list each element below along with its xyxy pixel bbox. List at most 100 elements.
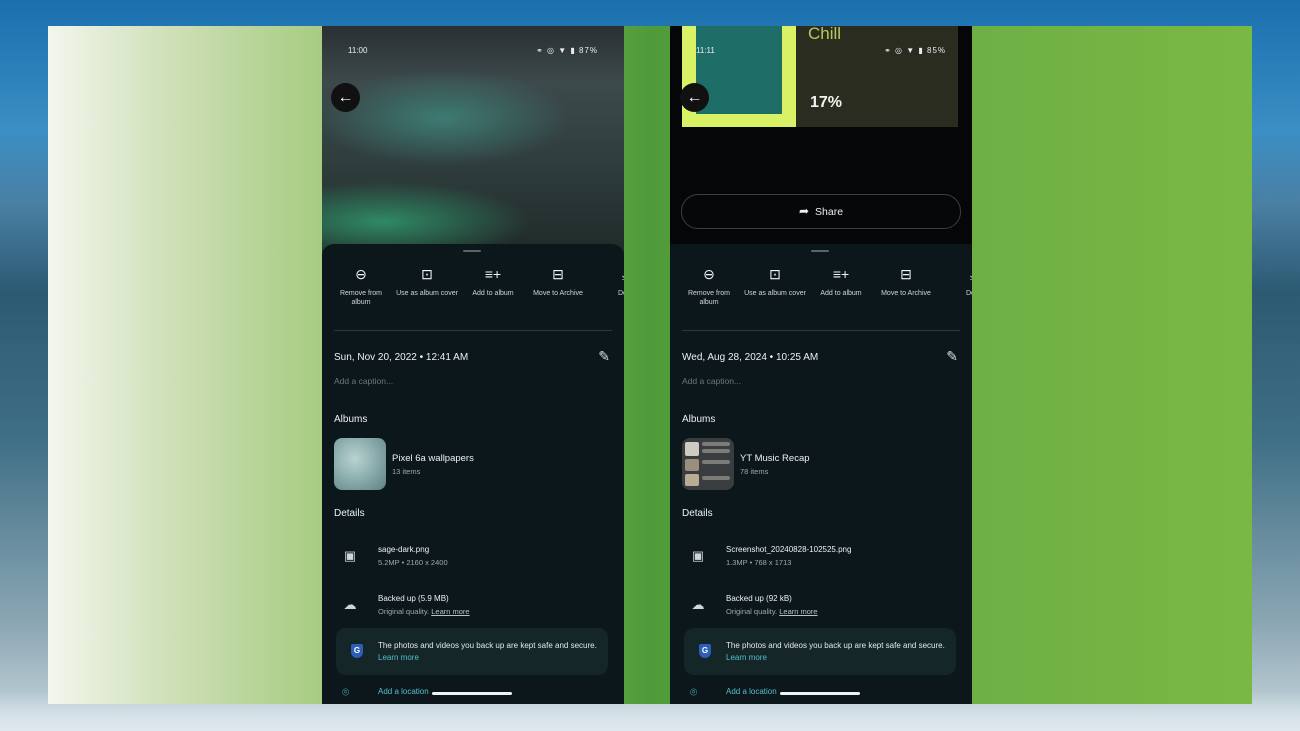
backup-quality: Original quality. Learn more <box>726 607 818 616</box>
album-count: 78 items <box>740 467 769 476</box>
image-icon: ▣ <box>691 548 705 563</box>
album-cover-icon: ⊡ <box>421 266 433 282</box>
back-button[interactable]: ← <box>331 83 360 112</box>
divider <box>334 330 612 331</box>
safety-message: The photos and videos you back up are ke… <box>726 640 952 664</box>
safety-message: The photos and videos you back up are ke… <box>378 640 604 664</box>
pencil-icon[interactable]: ✎ <box>946 348 958 365</box>
download-icon: ⤓ <box>594 266 624 282</box>
status-bar: 11:11 ⚭ ◎ ▼ ▮ 85% <box>670 46 972 58</box>
action-label: Remove from album <box>687 290 730 306</box>
archive-icon: ⊟ <box>552 266 564 282</box>
archive-icon: ⊟ <box>900 266 912 282</box>
photo-preview[interactable] <box>322 26 624 256</box>
remove-from-album-button[interactable]: ⊖ Remove from album <box>678 266 740 307</box>
use-as-album-cover-button[interactable]: ⊡ Use as album cover <box>396 266 458 298</box>
add-location-button[interactable]: Add a location <box>378 687 429 696</box>
status-time: 11:11 <box>696 46 715 55</box>
photo-preview[interactable]: Chill 17% ➦ Share <box>670 26 972 244</box>
details-heading: Details <box>334 508 365 519</box>
action-label: Move to Archive <box>533 290 583 297</box>
cloud-done-icon: ☁ <box>691 597 705 612</box>
caption-input[interactable]: Add a caption... <box>682 376 741 386</box>
arrow-left-icon: ← <box>337 89 354 106</box>
share-arrow-icon: ➦ <box>798 204 810 218</box>
album-thumbnail[interactable] <box>682 438 734 490</box>
safety-text: The photos and videos you back up are ke… <box>726 641 945 650</box>
action-label: Add to album <box>472 290 514 297</box>
photo-date: Wed, Aug 28, 2024 • 10:25 AM <box>682 352 819 363</box>
action-label: Use as album cover <box>396 290 458 297</box>
back-button[interactable]: ← <box>680 83 709 112</box>
cloud-done-icon: ☁ <box>343 597 357 612</box>
add-to-album-button[interactable]: ≡+ Add to album <box>462 266 524 298</box>
learn-more-link[interactable]: Learn more <box>779 607 817 616</box>
backup-quality-text: Original quality. <box>726 607 778 616</box>
pencil-icon[interactable]: ✎ <box>598 348 610 365</box>
remove-from-album-button[interactable]: ⊖ Remove from album <box>330 266 392 307</box>
action-label: Add to album <box>820 290 862 297</box>
backup-status: Backed up (5.9 MB) <box>378 594 449 603</box>
share-label: Share <box>815 206 844 218</box>
safety-text: The photos and videos you back up are ke… <box>378 641 597 650</box>
details-sheet: ⊖ Remove from album ⊡ Use as album cover… <box>670 244 972 704</box>
action-row: ⊖ Remove from album ⊡ Use as album cover… <box>322 266 624 316</box>
gesture-bar[interactable] <box>432 692 512 695</box>
safety-learn-more-link[interactable]: Learn more <box>378 653 419 662</box>
file-meta: 1.3MP • 768 x 1713 <box>726 558 792 567</box>
status-icons: ⚭ ◎ ▼ ▮ 85% <box>884 46 946 55</box>
caption-input[interactable]: Add a caption... <box>334 376 393 386</box>
details-heading: Details <box>682 508 713 519</box>
remove-circle-icon: ⊖ <box>703 266 715 282</box>
backup-safety-card: G The photos and videos you back up are … <box>336 628 608 675</box>
background-card <box>48 26 1252 704</box>
divider <box>682 330 960 331</box>
download-icon: ⤓ <box>942 266 972 282</box>
action-label: Dow <box>965 290 972 297</box>
add-location-button[interactable]: Add a location <box>726 687 777 696</box>
safety-learn-more-link[interactable]: Learn more <box>726 653 767 662</box>
albums-heading: Albums <box>334 414 368 425</box>
recap-title: Chill <box>808 26 842 43</box>
move-to-archive-button[interactable]: ⊟ Move to Archive <box>527 266 589 298</box>
status-bar: 11:00 ⚭ ◎ ▼ ▮ 87% <box>322 46 624 58</box>
status-icons: ⚭ ◎ ▼ ▮ 87% <box>536 46 598 55</box>
recap-tile-inner <box>696 26 782 114</box>
location-pin-icon: ⌾ <box>690 685 698 699</box>
albums-heading: Albums <box>682 414 716 425</box>
album-name[interactable]: Pixel 6a wallpapers <box>392 453 474 464</box>
album-count: 13 items <box>392 467 421 476</box>
details-sheet: ⊖ Remove from album ⊡ Use as album cover… <box>322 244 624 704</box>
add-to-album-button[interactable]: ≡+ Add to album <box>810 266 872 298</box>
download-button[interactable]: ⤓ Dow <box>594 266 624 298</box>
share-button[interactable]: ➦ Share <box>681 194 961 229</box>
learn-more-link[interactable]: Learn more <box>431 607 469 616</box>
file-name: sage-dark.png <box>378 545 430 554</box>
album-name[interactable]: YT Music Recap <box>740 453 810 464</box>
album-cover-icon: ⊡ <box>769 266 781 282</box>
use-as-album-cover-button[interactable]: ⊡ Use as album cover <box>744 266 806 298</box>
action-label: Move to Archive <box>881 290 931 297</box>
file-name: Screenshot_20240828-102525.png <box>726 545 852 554</box>
move-to-archive-button[interactable]: ⊟ Move to Archive <box>875 266 937 298</box>
download-button[interactable]: ⤓ Dow <box>942 266 972 298</box>
sheet-drag-handle[interactable] <box>811 250 829 252</box>
gesture-bar[interactable] <box>780 692 860 695</box>
music-recap-image: Chill 17% <box>682 26 958 127</box>
action-label: Use as album cover <box>744 290 806 297</box>
phone-screen-2: Chill 17% ➦ Share 11:11 ⚭ ◎ ▼ ▮ 85% ← ⊖ R… <box>670 26 972 704</box>
backup-quality: Original quality. Learn more <box>378 607 470 616</box>
google-shield-icon: G <box>699 644 711 658</box>
sheet-drag-handle[interactable] <box>463 250 481 252</box>
backup-safety-card: G The photos and videos you back up are … <box>684 628 956 675</box>
playlist-add-icon: ≡+ <box>832 266 850 282</box>
image-icon: ▣ <box>343 548 357 563</box>
playlist-add-icon: ≡+ <box>484 266 502 282</box>
action-label: Remove from album <box>339 290 382 306</box>
action-label: Dow <box>617 290 624 297</box>
album-thumbnail[interactable] <box>334 438 386 490</box>
arrow-left-icon: ← <box>686 89 703 106</box>
google-shield-icon: G <box>351 644 363 658</box>
action-row: ⊖ Remove from album ⊡ Use as album cover… <box>670 266 972 316</box>
recap-percent: 17% <box>810 94 843 111</box>
